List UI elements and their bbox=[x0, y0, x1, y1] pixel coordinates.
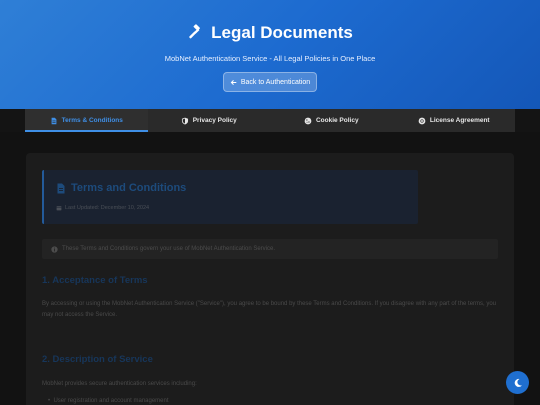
info-notice: These Terms and Conditions govern your u… bbox=[42, 239, 498, 259]
theme-toggle-button[interactable] bbox=[506, 371, 529, 394]
gavel-icon bbox=[189, 24, 201, 39]
page-subtitle: MobNet Authentication Service - All Lega… bbox=[164, 54, 376, 63]
certificate-icon bbox=[418, 117, 426, 124]
document-content: Terms and Conditions Last Updated: Decem… bbox=[26, 153, 514, 405]
tab-license-agreement[interactable]: License Agreement bbox=[393, 109, 516, 132]
section-text: By accessing or using the MobNet Authent… bbox=[42, 301, 497, 318]
section-title: 1. Acceptance of Terms bbox=[42, 275, 148, 286]
last-updated-row: Last Updated: December 10, 2024 bbox=[56, 205, 149, 211]
cookie-icon bbox=[304, 117, 312, 124]
moon-icon bbox=[514, 378, 522, 387]
document-title-row: Terms and Conditions bbox=[56, 182, 186, 194]
info-icon bbox=[51, 245, 58, 253]
tab-cookie-policy[interactable]: Cookie Policy bbox=[270, 109, 393, 132]
tab-label: Privacy Policy bbox=[192, 117, 237, 124]
section-text: MobNet provides secure authentication se… bbox=[42, 381, 197, 387]
list-item: • User registration and account manageme… bbox=[48, 398, 169, 404]
tab-label: Terms & Conditions bbox=[61, 117, 123, 124]
shield-icon bbox=[181, 117, 188, 124]
document-icon bbox=[57, 183, 65, 193]
tab-label: License Agreement bbox=[429, 117, 490, 124]
page-header: Legal Documents MobNet Authentication Se… bbox=[0, 0, 540, 109]
document-title: Terms and Conditions bbox=[71, 182, 187, 194]
tab-privacy-policy[interactable]: Privacy Policy bbox=[148, 109, 271, 132]
section-title: 2. Description of Service bbox=[42, 354, 153, 365]
document-tabs: Terms & Conditions Privacy Policy Cookie… bbox=[25, 109, 515, 132]
document-header-card: Terms and Conditions Last Updated: Decem… bbox=[42, 170, 418, 224]
back-button-label: Back to Authentication bbox=[240, 78, 311, 86]
document-icon bbox=[51, 117, 57, 124]
back-to-authentication-button[interactable]: Back to Authentication bbox=[223, 72, 317, 92]
page-title: Legal Documents bbox=[211, 23, 353, 42]
title-row: Legal Documents bbox=[0, 23, 540, 43]
tab-label: Cookie Policy bbox=[315, 117, 359, 124]
calendar-icon bbox=[56, 206, 62, 211]
last-updated-text: Last Updated: December 10, 2024 bbox=[65, 205, 150, 211]
tab-terms-conditions[interactable]: Terms & Conditions bbox=[25, 109, 148, 132]
arrow-left-icon bbox=[230, 79, 237, 85]
info-text: These Terms and Conditions govern your u… bbox=[62, 246, 276, 252]
list-item-text: User registration and account management bbox=[53, 398, 169, 404]
